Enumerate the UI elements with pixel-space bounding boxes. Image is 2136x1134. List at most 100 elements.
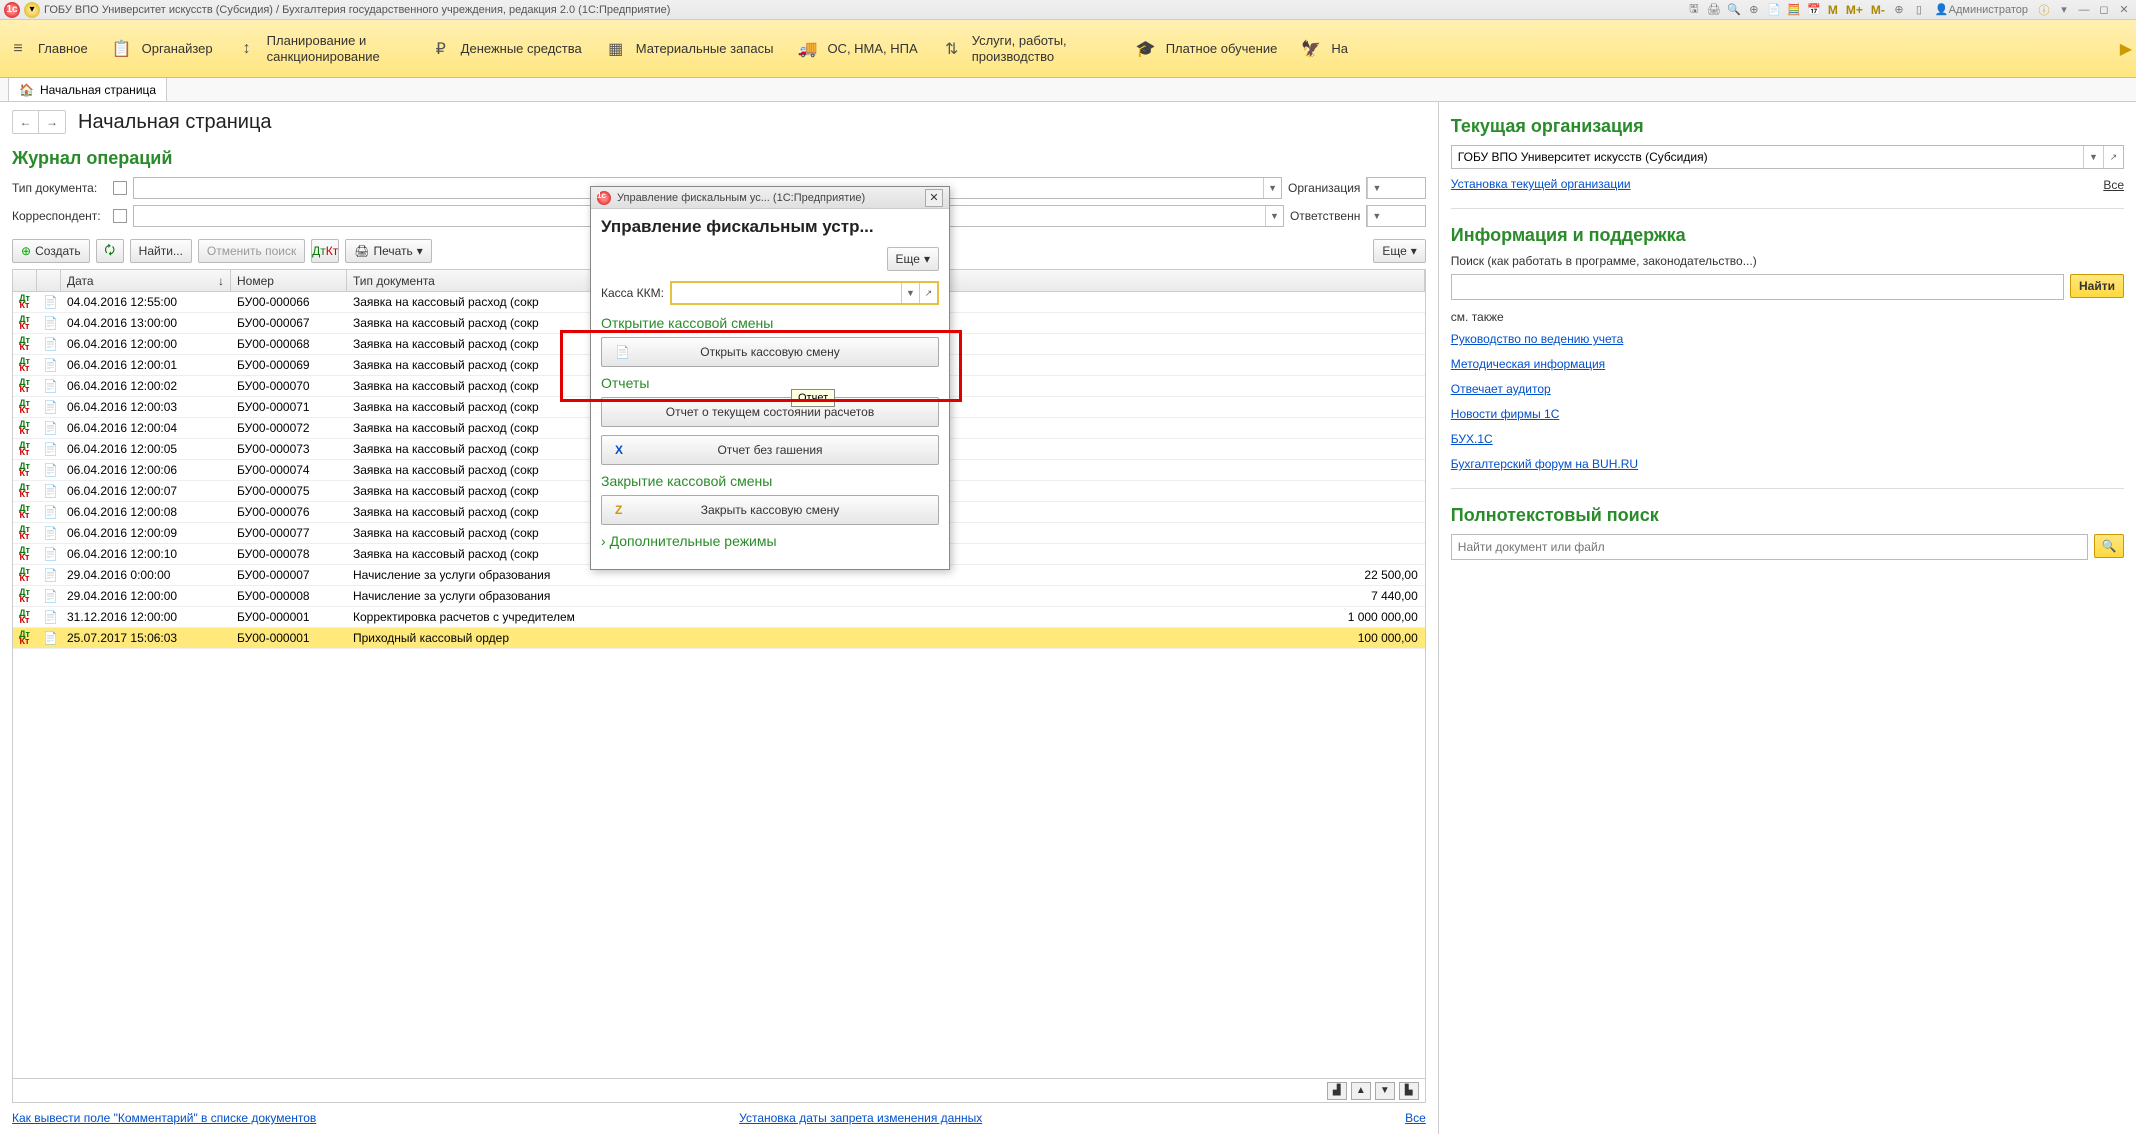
info-link-3[interactable]: Новости фирмы 1С [1451,407,2124,422]
nav-organizer[interactable]: 📋Органайзер [112,39,213,59]
kkm-field: ▼ ↗ [670,281,939,305]
page-title: Начальная страница [78,111,272,134]
cell-sum [1285,552,1425,556]
kkm-input[interactable] [672,283,901,303]
nav-more[interactable]: 🦅На [1301,39,1348,59]
th-icon[interactable] [37,270,61,291]
modal-more-button[interactable]: Еще ▾ [887,247,939,271]
calc-icon[interactable]: 🧮 [1786,2,1802,18]
print-icon[interactable]: 🖨 [1706,2,1722,18]
help-find-button[interactable]: Найти [2070,274,2124,298]
fts-search-button[interactable]: 🔍 [2094,534,2124,558]
nav-materials[interactable]: ▦Материальные запасы [606,39,774,59]
help-search-input[interactable] [1451,274,2064,300]
compare-icon[interactable]: ⊕ [1746,2,1762,18]
nav-money[interactable]: ₽Денежные средства [431,39,582,59]
close-shift-button[interactable]: ZЗакрыть кассовую смену [601,495,939,525]
forward-button[interactable]: → [39,111,65,133]
nav-education[interactable]: 🎓Платное обучение [1136,39,1278,59]
scroll-bottom-button[interactable]: ▙ [1399,1082,1419,1100]
modal-close-button[interactable]: ✕ [925,189,943,207]
info-link-4[interactable]: БУХ.1С [1451,432,2124,447]
user-button[interactable]: 👤 Администратор [1931,2,2032,18]
extra-modes-heading[interactable]: Дополнительные режимы [601,533,939,549]
save-icon[interactable]: 🖫 [1686,2,1702,18]
resp-dropdown-icon[interactable]: ▼ [1367,206,1385,226]
info-link-1[interactable]: Методическая информация [1451,357,2124,372]
open-shift-button[interactable]: 📄Открыть кассовую смену [601,337,939,367]
kkm-open-icon[interactable]: ↗ [919,283,937,303]
dropdown-icon[interactable]: ▾ [24,2,40,18]
maximize-icon[interactable]: ◻ [2096,2,2112,18]
m-minus-button[interactable]: M- [1869,3,1887,17]
refresh-button[interactable]: 🗘 [96,239,124,263]
copy-icon[interactable]: 📄 [1766,2,1782,18]
info-link-0[interactable]: Руководство по ведению учета [1451,332,2124,347]
doc-type-checkbox[interactable] [113,181,127,195]
table-row[interactable]: ДтКт📄31.12.2016 12:00:00БУ00-000001Корре… [13,607,1425,628]
dtkt-mark: ДтКт [13,524,37,542]
tab-label: Начальная страница [40,83,156,97]
m-plus-button[interactable]: M+ [1844,3,1865,17]
minimize-icon[interactable]: — [2076,2,2092,18]
report-current-button[interactable]: Отчет о текущем состоянии расчетов [601,397,939,427]
dtkt-icon: ДтКт [312,244,338,258]
org-dropdown-icon[interactable]: ▼ [1367,178,1385,198]
lock-date-link[interactable]: Установка даты запрета изменения данных [739,1111,982,1126]
panel-icon[interactable]: ▯ [1911,2,1927,18]
org-set-link[interactable]: Установка текущей организации [1451,177,1631,192]
nav-scroll-right-icon[interactable]: ▶ [2120,39,2132,59]
find-button[interactable]: Найти... [130,239,192,263]
dtkt-mark: ДтКт [13,314,37,332]
tab-home[interactable]: 🏠 Начальная страница [8,77,167,101]
printer-icon: 🖨 [354,244,369,258]
doc-icon: 📄 [37,440,61,458]
info-link-2[interactable]: Отвечает аудитор [1451,382,2124,397]
org-dd-icon[interactable]: ▼ [2083,146,2103,168]
org-all-link[interactable]: Все [2103,178,2124,192]
dtkt-button[interactable]: ДтКт [311,239,339,263]
org-input[interactable] [1452,146,2083,168]
report-x-button[interactable]: XОтчет без гашения [601,435,939,465]
calendar-icon[interactable]: 📅 [1806,2,1822,18]
th-number[interactable]: Номер [231,270,347,291]
dtkt-mark: ДтКт [13,461,37,479]
modal-heading: Управление фискальным устр... [601,217,939,237]
scroll-top-button[interactable]: ▟ [1327,1082,1347,1100]
table-row[interactable]: ДтКт📄29.04.2016 12:00:00БУ00-000008Начис… [13,586,1425,607]
nav-main[interactable]: ≡Главное [8,39,88,59]
dropdown2-icon[interactable]: ▾ [2056,2,2072,18]
cell-date: 29.04.2016 12:00:00 [61,587,231,605]
refresh-icon: 🗘 [104,241,115,262]
m-button[interactable]: M [1826,3,1840,17]
preview-icon[interactable]: 🔍 [1726,2,1742,18]
cancel-search-button[interactable]: Отменить поиск [198,239,305,263]
zoom-icon[interactable]: ⊕ [1891,2,1907,18]
more-button[interactable]: Еще ▾ [1373,239,1425,263]
nav-planning[interactable]: ↕Планирование и санкционирование [237,33,407,64]
close-icon[interactable]: ✕ [2116,2,2132,18]
doc-icon: 📄 [37,566,61,584]
back-button[interactable]: ← [13,111,39,133]
doc-type-dropdown-icon[interactable]: ▼ [1263,178,1281,198]
th-mark[interactable] [13,270,37,291]
cell-number: БУ00-000074 [231,461,347,479]
print-button[interactable]: 🖨Печать ▾ [345,239,432,263]
th-date[interactable]: Дата↓ [61,270,231,291]
nav-assets[interactable]: 🚚ОС, НМА, НПА [797,39,917,59]
scroll-up-button[interactable]: ▲ [1351,1082,1371,1100]
table-row[interactable]: ДтКт📄25.07.2017 15:06:03БУ00-000001Прихо… [13,628,1425,649]
all-link[interactable]: Все [1405,1111,1426,1126]
search-icon: 🔍 [2102,539,2117,553]
scroll-down-button[interactable]: ▼ [1375,1082,1395,1100]
fts-input[interactable] [1451,534,2088,560]
corr-checkbox[interactable] [113,209,127,223]
create-button[interactable]: ⊕Создать [12,239,90,263]
info-icon[interactable]: ⓘ [2036,2,2052,18]
info-link-5[interactable]: Бухгалтерский форум на BUH.RU [1451,457,2124,472]
comment-link[interactable]: Как вывести поле "Комментарий" в списке … [12,1111,316,1126]
corr-dropdown-icon[interactable]: ▼ [1265,206,1283,226]
nav-services[interactable]: ⇅Услуги, работы, производство [942,33,1112,64]
org-open-icon[interactable]: ↗ [2103,146,2123,168]
kkm-dropdown-icon[interactable]: ▼ [901,283,919,303]
